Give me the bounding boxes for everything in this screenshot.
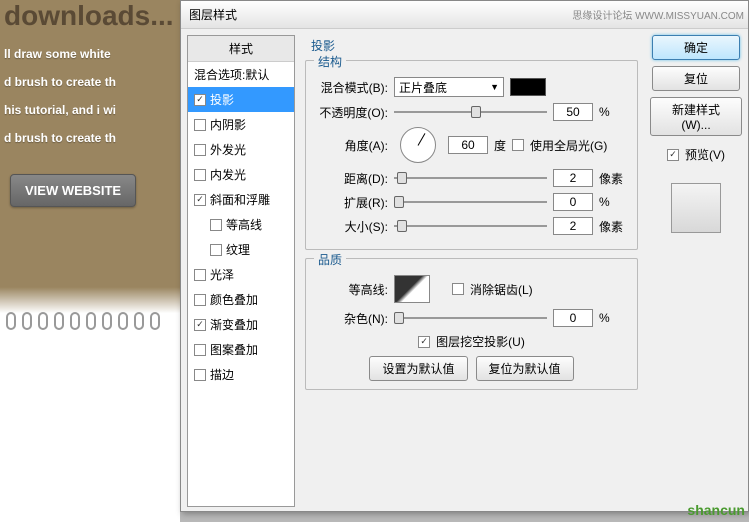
style-bevel[interactable]: 斜面和浮雕 (188, 187, 294, 212)
opacity-slider[interactable] (394, 104, 547, 120)
structure-legend: 结构 (314, 53, 346, 70)
angle-dial[interactable] (400, 127, 436, 163)
unit-degree: 度 (494, 137, 506, 154)
distance-slider[interactable] (394, 170, 547, 186)
bg-title: downloads... (0, 0, 180, 32)
new-style-button[interactable]: 新建样式(W)... (650, 97, 742, 136)
watermark-text: 思缘设计论坛 WWW.MISSYUAN.COM (572, 7, 744, 22)
blending-options-item[interactable]: 混合选项:默认 (188, 62, 294, 87)
global-light-label: 使用全局光(G) (530, 137, 607, 154)
style-outer-glow[interactable]: 外发光 (188, 137, 294, 162)
angle-input[interactable]: 60 (448, 136, 488, 154)
knockout-label: 图层挖空投影(U) (436, 333, 525, 350)
size-label: 大小(S): (316, 218, 388, 235)
checkbox-icon[interactable] (194, 169, 206, 181)
antialias-checkbox[interactable] (452, 283, 464, 295)
ok-button[interactable]: 确定 (652, 35, 740, 60)
color-swatch[interactable] (510, 78, 546, 96)
checkbox-icon[interactable] (194, 94, 206, 106)
global-light-checkbox[interactable] (512, 139, 524, 151)
contour-picker[interactable] (394, 275, 430, 303)
spread-label: 扩展(R): (316, 194, 388, 211)
dialog-titlebar: 图层样式 思缘设计论坛 WWW.MISSYUAN.COM (181, 1, 748, 29)
noise-slider[interactable] (394, 310, 547, 326)
styles-list: 样式 混合选项:默认 投影 内阴影 外发光 内发光 斜面和浮雕 等高线 纹理 光… (187, 35, 295, 507)
styles-header[interactable]: 样式 (188, 36, 294, 62)
style-pattern-overlay[interactable]: 图案叠加 (188, 337, 294, 362)
style-inner-glow[interactable]: 内发光 (188, 162, 294, 187)
opacity-input[interactable]: 50 (553, 103, 593, 121)
watermark-logo: shancun (687, 502, 745, 518)
view-website-button[interactable]: VIEW WEBSITE (10, 174, 136, 207)
knockout-checkbox[interactable] (418, 336, 430, 348)
noise-input[interactable]: 0 (553, 309, 593, 327)
panel-title: 投影 (311, 37, 638, 54)
layer-style-dialog: 图层样式 思缘设计论坛 WWW.MISSYUAN.COM 样式 混合选项:默认 … (180, 0, 749, 512)
checkbox-icon[interactable] (194, 269, 206, 281)
unit-px: 像素 (599, 218, 627, 235)
unit-percent: % (599, 105, 627, 119)
preview-checkbox[interactable] (667, 149, 679, 161)
checkbox-icon[interactable] (194, 294, 206, 306)
bg-text: ll draw some white d brush to create th … (0, 32, 180, 160)
style-contour-sub[interactable]: 等高线 (188, 212, 294, 237)
checkbox-icon[interactable] (194, 144, 206, 156)
distance-label: 距离(D): (316, 170, 388, 187)
checkbox-icon[interactable] (194, 344, 206, 356)
preview-label: 预览(V) (685, 146, 725, 163)
size-input[interactable]: 2 (553, 217, 593, 235)
reset-default-button[interactable]: 复位为默认值 (476, 356, 574, 381)
checkbox-icon[interactable] (194, 119, 206, 131)
background-mockup: downloads... ll draw some white d brush … (0, 0, 180, 522)
style-texture-sub[interactable]: 纹理 (188, 237, 294, 262)
style-satin[interactable]: 光泽 (188, 262, 294, 287)
checkbox-icon[interactable] (194, 194, 206, 206)
checkbox-icon[interactable] (194, 369, 206, 381)
checkbox-icon[interactable] (194, 319, 206, 331)
structure-fieldset: 结构 混合模式(B): 正片叠底▼ 不透明度(O): 50 % 角度(A): 6… (305, 60, 638, 250)
spread-slider[interactable] (394, 194, 547, 210)
spiral-rings (0, 312, 180, 332)
style-drop-shadow[interactable]: 投影 (188, 87, 294, 112)
antialias-label: 消除锯齿(L) (470, 281, 533, 298)
set-default-button[interactable]: 设置为默认值 (369, 356, 467, 381)
opacity-label: 不透明度(O): (316, 104, 388, 121)
style-stroke[interactable]: 描边 (188, 362, 294, 387)
noise-label: 杂色(N): (316, 310, 388, 327)
unit-percent: % (599, 195, 627, 209)
bg-line: d brush to create th (4, 124, 176, 152)
contour-label: 等高线: (316, 281, 388, 298)
checkbox-icon[interactable] (210, 244, 222, 256)
spread-input[interactable]: 0 (553, 193, 593, 211)
bg-line: his tutorial, and i wi (4, 96, 176, 124)
blend-mode-label: 混合模式(B): (316, 79, 388, 96)
angle-label: 角度(A): (316, 137, 388, 154)
unit-px: 像素 (599, 170, 627, 187)
checkbox-icon[interactable] (210, 219, 222, 231)
chevron-down-icon: ▼ (490, 82, 499, 92)
quality-legend: 品质 (314, 251, 346, 268)
style-gradient-overlay[interactable]: 渐变叠加 (188, 312, 294, 337)
dialog-title: 图层样式 (189, 6, 237, 23)
dialog-buttons-pane: 确定 复位 新建样式(W)... 预览(V) (644, 29, 748, 513)
blend-mode-combo[interactable]: 正片叠底▼ (394, 77, 504, 97)
cancel-button[interactable]: 复位 (652, 66, 740, 91)
style-color-overlay[interactable]: 颜色叠加 (188, 287, 294, 312)
style-inner-shadow[interactable]: 内阴影 (188, 112, 294, 137)
distance-input[interactable]: 2 (553, 169, 593, 187)
size-slider[interactable] (394, 218, 547, 234)
quality-fieldset: 品质 等高线: 消除锯齿(L) 杂色(N): 0 % 图层挖空投影(U) (305, 258, 638, 390)
bg-line: ll draw some white (4, 40, 176, 68)
preview-swatch (671, 183, 721, 233)
bg-line: d brush to create th (4, 68, 176, 96)
main-settings-pane: 投影 结构 混合模式(B): 正片叠底▼ 不透明度(O): 50 % 角度(A)… (295, 29, 644, 513)
unit-percent: % (599, 311, 627, 325)
